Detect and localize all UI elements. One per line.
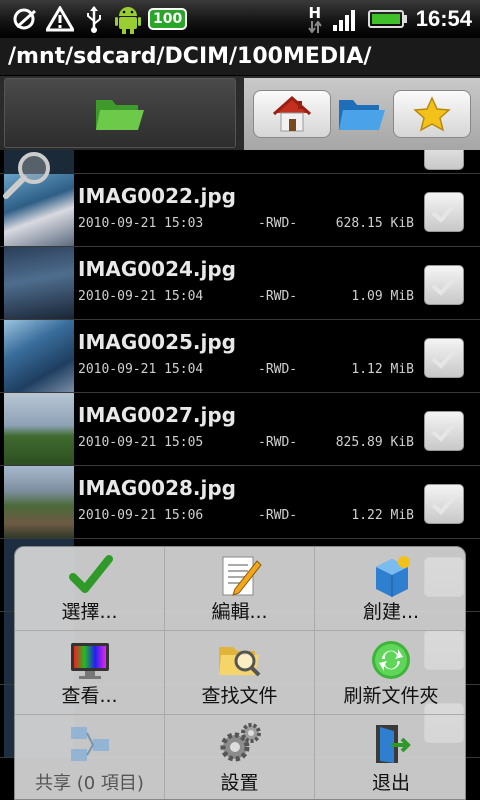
battery-icon <box>367 5 408 33</box>
image-thumbnail <box>4 393 74 465</box>
magnifier-icon[interactable] <box>0 150 60 210</box>
toolbar <box>0 76 480 150</box>
exit-menu-item[interactable]: 退出 <box>315 715 465 799</box>
refresh-folder-label: 刷新文件夾 <box>343 685 439 707</box>
select-checkbox[interactable] <box>424 338 464 378</box>
find-file-menu-item[interactable]: 查找文件 <box>165 631 315 715</box>
options-menu: 選擇... 編輯... 創建... 查看... 查找文件 刷新文件夾 共享 (0… <box>14 546 466 800</box>
image-thumbnail <box>4 320 74 392</box>
file-name: IMAG0022.jpg <box>78 184 236 208</box>
signal-strength-icon <box>332 5 360 33</box>
file-name: IMAG0027.jpg <box>78 403 236 427</box>
gears-icon <box>220 723 261 762</box>
file-date: 2010-09-21 15:04 <box>78 362 204 377</box>
share-network-icon <box>70 727 109 761</box>
file-permissions: -RWD- <box>258 362 298 377</box>
file-date: 2010-09-21 15:03 <box>78 216 204 231</box>
status-bar: 100 H 16:54 <box>0 0 480 38</box>
file-size: 1.12 MiB <box>351 362 414 377</box>
edit-label: 編輯... <box>211 601 268 623</box>
check-mark-icon <box>431 494 457 515</box>
list-item[interactable]: IMAG0024.jpg 2010-09-21 15:04 -RWD- 1.09… <box>0 247 480 320</box>
file-name: IMAG0028.jpg <box>78 476 236 500</box>
share-menu-item[interactable]: 共享 (0 項目) <box>15 715 165 799</box>
settings-label: 設置 <box>220 772 259 794</box>
star-icon <box>412 96 451 132</box>
list-item[interactable]: IMAG0027.jpg 2010-09-21 15:05 -RWD- 825.… <box>0 393 480 466</box>
exit-label: 退出 <box>371 772 410 794</box>
monitor-icon <box>70 643 109 679</box>
battery-level-badge: 100 <box>148 8 188 30</box>
select-checkbox[interactable] <box>424 411 464 451</box>
refresh-folder-menu-item[interactable]: 刷新文件夾 <box>315 631 465 715</box>
file-permissions: -RWD- <box>258 508 298 523</box>
create-menu-item[interactable]: 創建... <box>315 547 465 631</box>
file-permissions: -RWD- <box>258 289 298 304</box>
file-permissions: -RWD- <box>258 216 298 231</box>
find-file-label: 查找文件 <box>201 685 278 707</box>
warning-icon <box>46 5 74 33</box>
clock: 16:54 <box>415 6 472 31</box>
list-item[interactable] <box>0 150 480 174</box>
green-folder-icon <box>96 100 144 130</box>
network-type-icon: H <box>306 5 324 33</box>
folder-view-button[interactable] <box>334 90 390 138</box>
sd-card-scan-icon <box>12 5 40 33</box>
exit-door-icon <box>376 725 411 763</box>
view-menu-item[interactable]: 查看... <box>15 631 165 715</box>
file-name: IMAG0024.jpg <box>78 257 236 281</box>
usb-icon <box>80 5 108 33</box>
list-item[interactable]: IMAG0022.jpg 2010-09-21 15:03 -RWD- 628.… <box>0 174 480 247</box>
home-icon <box>273 95 312 132</box>
file-size: 825.89 KiB <box>335 435 414 450</box>
list-item[interactable]: IMAG0025.jpg 2010-09-21 15:04 -RWD- 1.12… <box>0 320 480 393</box>
new-box-icon <box>376 556 410 597</box>
edit-menu-item[interactable]: 編輯... <box>165 547 315 631</box>
settings-menu-item[interactable]: 設置 <box>165 715 315 799</box>
view-label: 查看... <box>61 685 118 707</box>
file-date: 2010-09-21 15:05 <box>78 435 204 450</box>
image-thumbnail <box>4 466 74 538</box>
refresh-icon <box>372 641 410 679</box>
check-mark-icon <box>431 421 457 442</box>
file-permissions: -RWD- <box>258 435 298 450</box>
image-thumbnail <box>4 247 74 319</box>
blue-folder-icon <box>338 100 385 130</box>
favorites-button[interactable] <box>392 90 471 138</box>
list-item[interactable]: IMAG0028.jpg 2010-09-21 15:06 -RWD- 1.22… <box>0 466 480 539</box>
edit-document-icon <box>222 556 262 596</box>
file-size: 1.09 MiB <box>351 289 414 304</box>
check-mark-icon <box>431 275 457 296</box>
network-type-label: H <box>308 3 321 22</box>
share-label: 共享 (0 項目) <box>35 773 144 794</box>
create-label: 創建... <box>362 601 420 623</box>
check-icon <box>68 555 113 593</box>
file-size: 1.22 MiB <box>351 508 414 523</box>
file-name: IMAG0025.jpg <box>78 330 236 354</box>
select-checkbox[interactable] <box>424 484 464 524</box>
select-label: 選擇... <box>61 601 118 623</box>
current-path: /mnt/sdcard/DCIM/100MEDIA/ <box>0 38 480 76</box>
select-checkbox[interactable] <box>424 150 464 170</box>
file-date: 2010-09-21 15:06 <box>78 508 204 523</box>
search-folder-icon <box>218 647 260 677</box>
select-checkbox[interactable] <box>424 265 464 305</box>
android-debug-icon <box>114 5 142 34</box>
parent-folder-button[interactable] <box>4 78 236 148</box>
select-menu-item[interactable]: 選擇... <box>15 547 165 631</box>
check-mark-icon <box>431 202 457 223</box>
select-checkbox[interactable] <box>424 192 464 232</box>
file-size: 628.15 KiB <box>335 216 414 231</box>
home-button[interactable] <box>253 90 332 138</box>
check-mark-icon <box>431 348 457 369</box>
file-date: 2010-09-21 15:04 <box>78 289 204 304</box>
